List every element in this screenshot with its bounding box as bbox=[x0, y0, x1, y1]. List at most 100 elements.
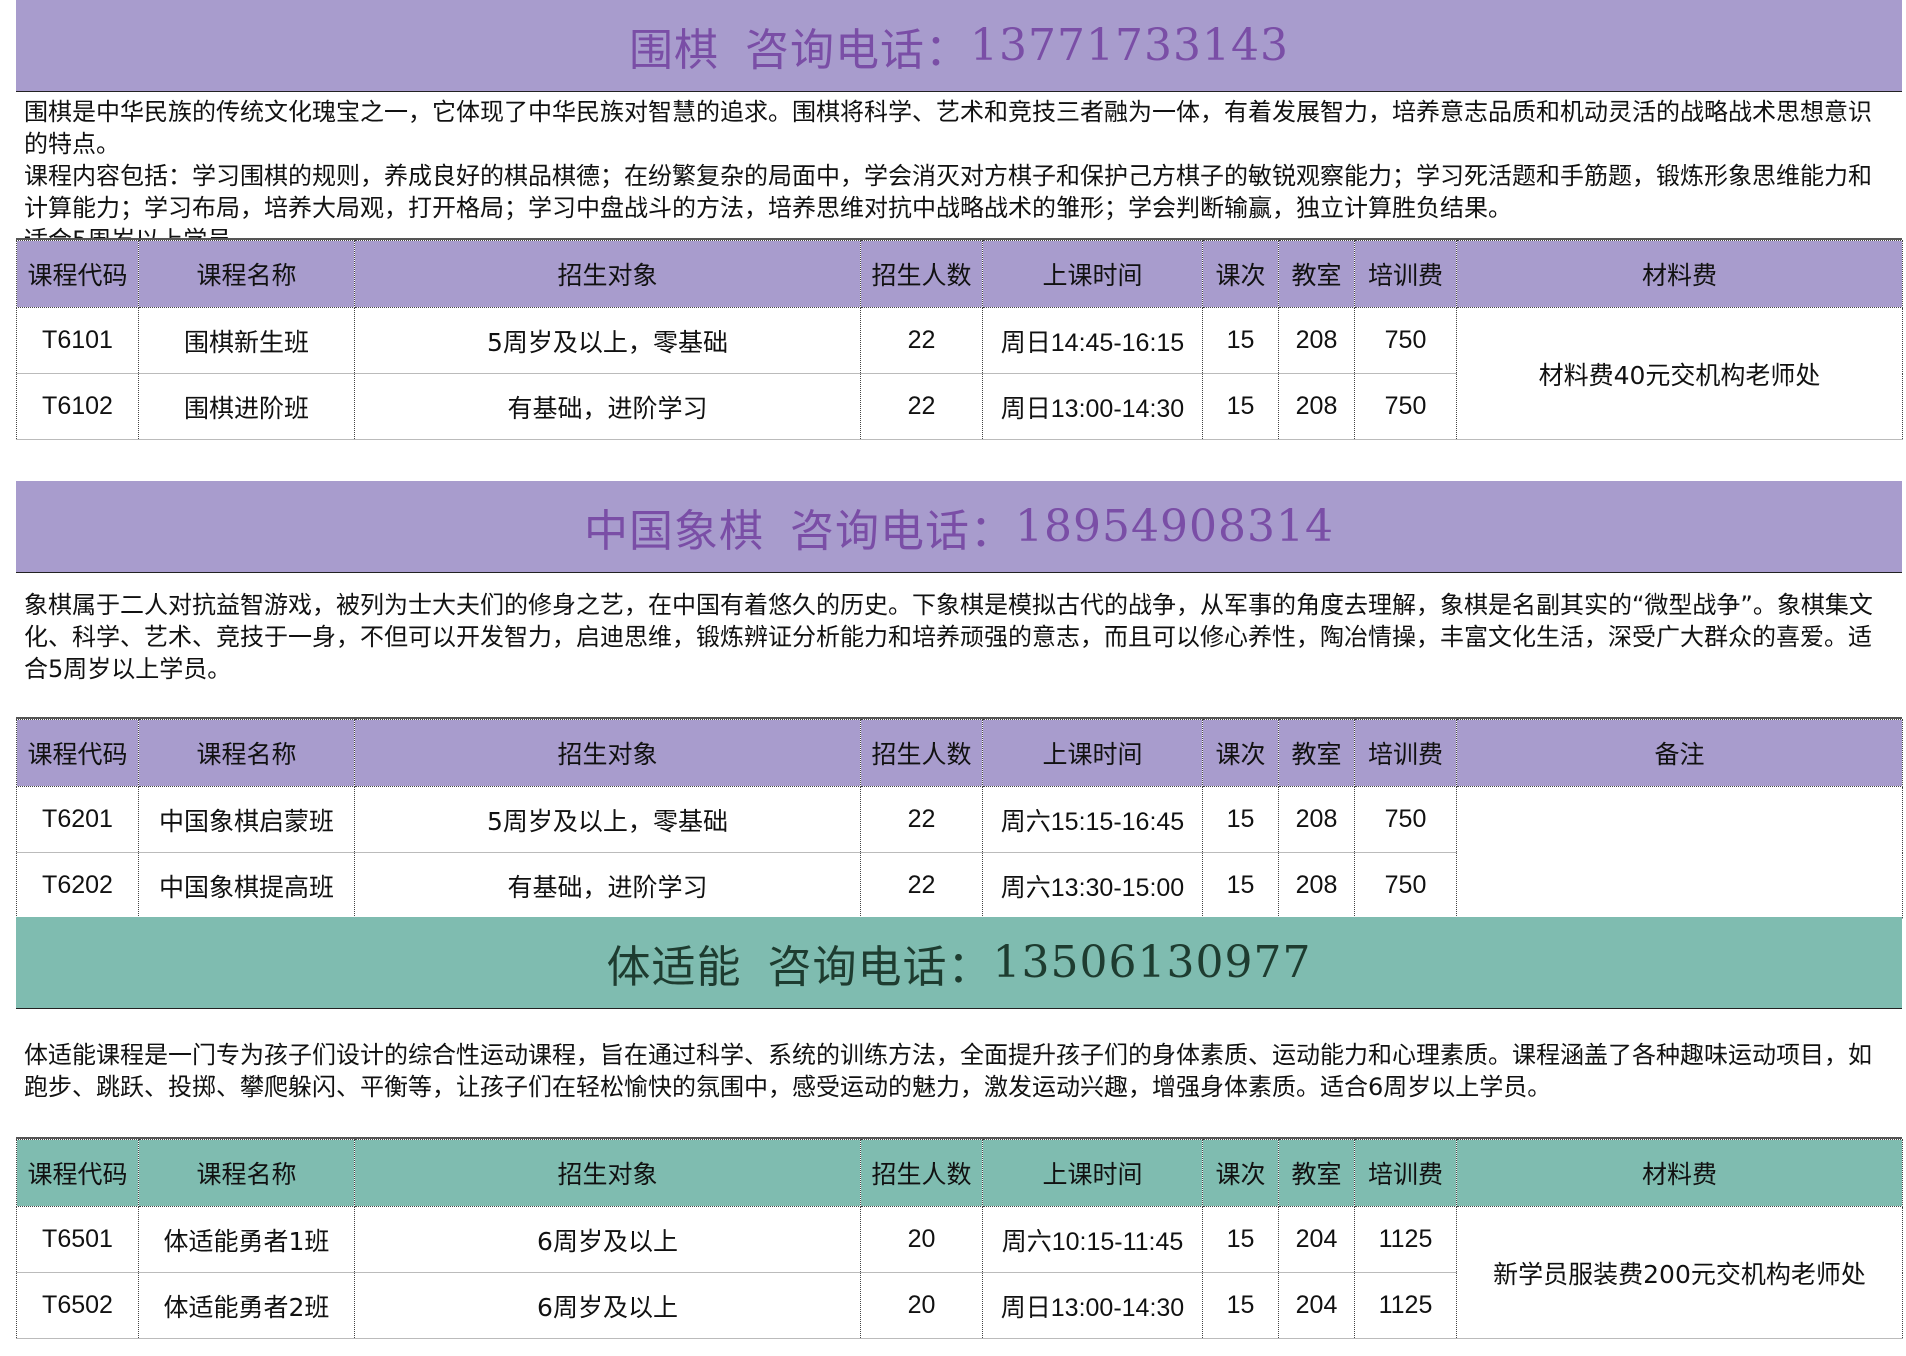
header-course-code: 课程代码 bbox=[16, 1139, 139, 1207]
course-room: 204 bbox=[1278, 1206, 1355, 1273]
course-code: T6101 bbox=[16, 307, 139, 374]
course-code: T6501 bbox=[16, 1206, 139, 1273]
header-course-name: 课程名称 bbox=[138, 1139, 355, 1207]
description-paragraph: 适合5周岁以上学员。 bbox=[24, 226, 256, 240]
phone-number: 18954908314 bbox=[1015, 501, 1334, 552]
header-room: 教室 bbox=[1278, 240, 1355, 308]
course-code: T6102 bbox=[16, 373, 139, 440]
course-enrollment: 22 bbox=[860, 786, 983, 853]
section-title-banner: 体适能 咨询电话： 13506130977 bbox=[16, 917, 1902, 1009]
course-enrollment: 22 bbox=[860, 373, 983, 440]
description-paragraph: 象棋属于二人对抗益智游戏，被列为士大夫们的修身之艺，在中国有着悠久的历史。下象棋… bbox=[24, 591, 1873, 683]
course-time: 周日13:00-14:30 bbox=[982, 1272, 1203, 1339]
section-description: 象棋属于二人对抗益智游戏，被列为士大夫们的修身之艺，在中国有着悠久的历史。下象棋… bbox=[16, 573, 1902, 719]
table-row: T6201 中国象棋启蒙班 5周岁及以上，零基础 22 周六15:15-16:4… bbox=[16, 786, 1903, 919]
header-fee: 培训费 bbox=[1354, 1139, 1457, 1207]
header-enrollment: 招生人数 bbox=[860, 1139, 983, 1207]
header-fee: 培训费 bbox=[1354, 240, 1457, 308]
course-sessions: 15 bbox=[1202, 852, 1279, 919]
section-title-banner: 围棋 咨询电话： 13771733143 bbox=[16, 0, 1902, 92]
course-target: 6周岁及以上 bbox=[354, 1272, 861, 1339]
course-room: 204 bbox=[1278, 1272, 1355, 1339]
section-name: 体适能 bbox=[606, 941, 742, 993]
row-header-gutter bbox=[0, 0, 16, 1356]
table-row: T6501 体适能勇者1班 6周岁及以上 20 周六10:15-11:45 15… bbox=[16, 1206, 1903, 1339]
header-enrollment: 招生人数 bbox=[860, 240, 983, 308]
course-room: 208 bbox=[1278, 307, 1355, 374]
header-sessions: 课次 bbox=[1202, 240, 1279, 308]
phone-number: 13771733143 bbox=[970, 20, 1289, 71]
course-sessions: 15 bbox=[1202, 786, 1279, 853]
header-material-fee: 材料费 bbox=[1456, 240, 1903, 308]
course-enrollment: 22 bbox=[860, 852, 983, 919]
section-fitness: 体适能 咨询电话： 13506130977 体适能课程是一门专为孩子们设计的综合… bbox=[16, 917, 1903, 1339]
header-target: 招生对象 bbox=[354, 240, 861, 308]
course-room: 208 bbox=[1278, 852, 1355, 919]
table-row: T6101 围棋新生班 5周岁及以上，零基础 22 周日14:45-16:15 … bbox=[16, 307, 1903, 440]
section-xiangqi: 中国象棋 咨询电话： 18954908314 象棋属于二人对抗益智游戏，被列为士… bbox=[16, 481, 1903, 919]
course-table: 课程代码 课程名称 招生对象 招生人数 上课时间 课次 教室 培训费 材料费 T… bbox=[16, 240, 1903, 440]
course-time: 周日13:00-14:30 bbox=[982, 373, 1203, 440]
course-time: 周六10:15-11:45 bbox=[982, 1206, 1203, 1273]
course-enrollment: 22 bbox=[860, 307, 983, 374]
course-target: 有基础，进阶学习 bbox=[354, 373, 861, 440]
header-enrollment: 招生人数 bbox=[860, 719, 983, 787]
course-table: 课程代码 课程名称 招生对象 招生人数 上课时间 课次 教室 培训费 备注 T6… bbox=[16, 719, 1903, 919]
course-fee: 1125 bbox=[1354, 1206, 1457, 1273]
header-class-time: 上课时间 bbox=[982, 240, 1203, 308]
course-name: 围棋新生班 bbox=[138, 307, 355, 374]
phone-label: 咨询电话： bbox=[745, 24, 971, 76]
course-name: 围棋进阶班 bbox=[138, 373, 355, 440]
course-target: 5周岁及以上，零基础 bbox=[354, 307, 861, 374]
header-course-name: 课程名称 bbox=[138, 240, 355, 308]
course-room: 208 bbox=[1278, 786, 1355, 853]
course-target: 6周岁及以上 bbox=[354, 1206, 861, 1273]
course-fee: 1125 bbox=[1354, 1272, 1457, 1339]
header-course-code: 课程代码 bbox=[16, 719, 139, 787]
course-name: 体适能勇者1班 bbox=[138, 1206, 355, 1273]
header-room: 教室 bbox=[1278, 719, 1355, 787]
header-room: 教室 bbox=[1278, 1139, 1355, 1207]
header-sessions: 课次 bbox=[1202, 719, 1279, 787]
section-name: 围棋 bbox=[629, 24, 720, 76]
section-description: 体适能课程是一门专为孩子们设计的综合性运动课程，旨在通过科学、系统的训练方法，全… bbox=[16, 1009, 1902, 1139]
course-room: 208 bbox=[1278, 373, 1355, 440]
section-name: 中国象棋 bbox=[584, 505, 765, 557]
course-fee: 750 bbox=[1354, 307, 1457, 374]
course-code: T6202 bbox=[16, 852, 139, 919]
course-target: 5周岁及以上，零基础 bbox=[354, 786, 861, 853]
header-course-code: 课程代码 bbox=[16, 240, 139, 308]
course-time: 周六15:15-16:45 bbox=[982, 786, 1203, 853]
header-fee: 培训费 bbox=[1354, 719, 1457, 787]
header-target: 招生对象 bbox=[354, 719, 861, 787]
description-paragraph: 围棋是中华民族的传统文化瑰宝之一，它体现了中华民族对智慧的追求。围棋将科学、艺术… bbox=[24, 98, 1872, 158]
course-time: 周日14:45-16:15 bbox=[982, 307, 1203, 374]
header-material-fee: 材料费 bbox=[1456, 1139, 1903, 1207]
course-fee: 750 bbox=[1354, 786, 1457, 853]
course-code: T6502 bbox=[16, 1272, 139, 1339]
header-class-time: 上课时间 bbox=[982, 719, 1203, 787]
phone-label: 咨询电话： bbox=[767, 941, 993, 993]
course-fee: 750 bbox=[1354, 373, 1457, 440]
phone-label: 咨询电话： bbox=[790, 505, 1016, 557]
course-sessions: 15 bbox=[1202, 1206, 1279, 1273]
schedule-sheet: 围棋 咨询电话： 13771733143 围棋是中华民族的传统文化瑰宝之一，它体… bbox=[0, 0, 1906, 1356]
course-name: 中国象棋启蒙班 bbox=[138, 786, 355, 853]
header-class-time: 上课时间 bbox=[982, 1139, 1203, 1207]
header-target: 招生对象 bbox=[354, 1139, 861, 1207]
course-code: T6201 bbox=[16, 786, 139, 853]
header-remarks: 备注 bbox=[1456, 719, 1903, 787]
header-course-name: 课程名称 bbox=[138, 719, 355, 787]
course-name: 体适能勇者2班 bbox=[138, 1272, 355, 1339]
course-enrollment: 20 bbox=[860, 1206, 983, 1273]
description-paragraph: 体适能课程是一门专为孩子们设计的综合性运动课程，旨在通过科学、系统的训练方法，全… bbox=[24, 1041, 1872, 1101]
course-sessions: 15 bbox=[1202, 307, 1279, 374]
course-table: 课程代码 课程名称 招生对象 招生人数 上课时间 课次 教室 培训费 材料费 T… bbox=[16, 1139, 1903, 1339]
course-target: 有基础，进阶学习 bbox=[354, 852, 861, 919]
course-sessions: 15 bbox=[1202, 373, 1279, 440]
description-paragraph: 课程内容包括：学习围棋的规则，养成良好的棋品棋德；在纷繁复杂的局面中，学会消灭对… bbox=[24, 162, 1872, 222]
course-name: 中国象棋提高班 bbox=[138, 852, 355, 919]
section-weiqi: 围棋 咨询电话： 13771733143 围棋是中华民族的传统文化瑰宝之一，它体… bbox=[16, 0, 1903, 440]
remarks-cell bbox=[1456, 786, 1903, 919]
course-sessions: 15 bbox=[1202, 1272, 1279, 1339]
